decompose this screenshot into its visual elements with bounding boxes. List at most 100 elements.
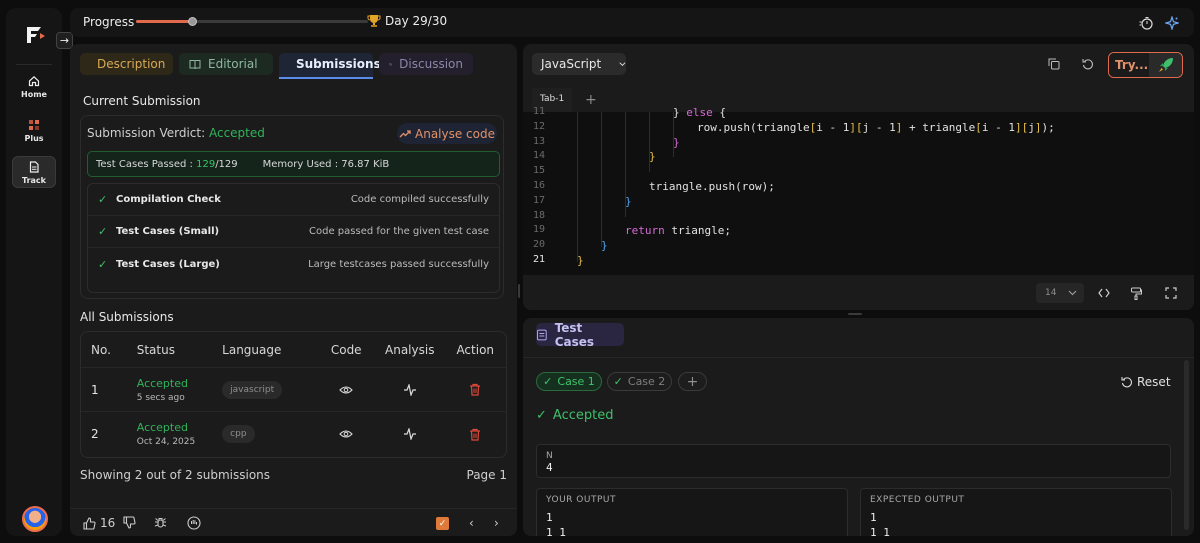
reset-label: Reset [1137,375,1171,389]
check-row: ✓ Test Cases (Large) Large testcases pas… [88,248,499,280]
check-message: Large testcases passed successfully [308,258,489,270]
rocket-icon [1149,53,1182,77]
expected-output-value: 1 1 1 [870,511,890,536]
submissions-count: Showing 2 out of 2 submissions [80,468,271,482]
memory-used: Memory Used : 76.87 KiB [262,158,390,170]
code-line: } [649,150,656,164]
add-case-button[interactable]: + [678,372,707,391]
font-size-select[interactable]: 14 [1036,283,1084,303]
code-line: } else { [673,106,726,119]
copy-icon[interactable] [1047,57,1061,71]
line-number: 13 [532,135,545,147]
input-field[interactable]: N 4 [536,444,1171,478]
line-number: 18 [532,209,545,221]
fullscreen-icon[interactable] [1164,286,1178,300]
table-row[interactable]: 2 Accepted Oct 24, 2025 cpp [81,412,506,456]
tab-submissions[interactable]: Submissions [279,53,381,79]
horizontal-resize-handle[interactable] [848,313,862,315]
progress-bar[interactable] [136,17,368,26]
rail-item-track[interactable]: Track [12,156,56,188]
code-line: } [673,135,680,149]
tab-discussion[interactable]: Discussion [379,53,473,75]
problem-panel: Description Editorial Submissions Discus… [70,44,517,536]
all-submissions-title: All Submissions [80,310,174,324]
row-status: Accepted 5 secs ago [127,377,212,403]
analyse-code-button[interactable]: Analyse code [397,123,497,144]
delete-submission-button[interactable] [444,428,506,441]
row-time: 5 secs ago [136,392,185,403]
submission-verdict: Submission Verdict: Accepted [87,126,265,140]
add-tab-icon[interactable]: + [585,92,597,108]
panel-footer: 16 ✓ ‹ › [70,508,517,536]
home-icon [27,74,41,88]
reset-button[interactable]: Reset [1121,375,1171,389]
case-1-tab[interactable]: ✓ Case 1 [536,372,602,391]
table-row[interactable]: 1 Accepted 5 secs ago javascript [81,368,506,412]
checks-list: ✓ Compilation Check Code compiled succes… [87,183,500,293]
reset-icon [1121,377,1132,388]
reset-code-icon[interactable] [1081,57,1095,71]
header-analysis: Analysis [385,342,435,357]
line-number: 11 [532,106,545,117]
editor-footer: 14 [523,275,1194,310]
app-logo-icon[interactable] [24,24,46,46]
prev-problem-button[interactable]: ‹ [469,516,474,530]
trash-icon [470,428,481,441]
chevron-down-icon [619,62,626,66]
report-bug-button[interactable] [154,516,167,529]
indent-guide [577,112,578,262]
code-brackets-icon[interactable] [1097,286,1111,300]
view-analysis-button[interactable] [375,428,444,440]
language-select[interactable]: JavaScript [532,53,626,75]
thumbs-up-icon [83,516,96,530]
bug-icon [154,518,167,528]
solved-checkbox[interactable]: ✓ [436,517,449,530]
tab-test-cases[interactable]: Test Cases [536,321,624,349]
view-analysis-button[interactable] [375,383,444,396]
table-header: No. Status Language Code Analysis Action [81,332,506,368]
vertical-resize-handle[interactable] [518,284,520,298]
check-name: Test Cases (Large) [116,258,220,270]
thumbs-down-icon [123,516,136,529]
code-line: return triangle; [625,224,731,238]
problem-tabs: Description Editorial Submissions Discus… [80,53,473,79]
check-message: Code passed for the given test case [309,226,489,237]
rail-item-plus[interactable]: Plus [12,114,56,146]
tab-editorial[interactable]: Editorial [179,53,273,75]
tab-editorial-label: Editorial [208,57,258,71]
your-output-label: YOUR OUTPUT [546,495,616,505]
view-code-button[interactable] [317,429,375,439]
check-row: ✓ Compilation Check Code compiled succes… [88,184,499,216]
tab-description[interactable]: Description [80,53,173,75]
try-submit-button[interactable]: Try... [1108,52,1183,78]
input-value: 4 [546,461,553,474]
code-line: triangle.push(row); [649,180,775,193]
rail-divider [16,64,52,65]
current-submission-title: Current Submission [83,94,201,108]
delete-submission-button[interactable] [444,383,506,396]
header-code: Code [330,342,362,357]
format-paint-icon[interactable] [1129,286,1143,300]
chevron-left-icon: ‹ [469,516,474,530]
case-2-tab[interactable]: ✓ Case 2 [607,372,672,391]
scrollbar[interactable] [1184,360,1189,530]
next-problem-button[interactable]: › [494,516,499,530]
activity-icon [403,428,416,440]
trend-up-icon [399,129,411,137]
view-code-button[interactable] [317,385,375,395]
user-avatar[interactable] [22,506,48,532]
list-icon [536,329,547,340]
code-line: } [577,254,584,267]
rail-item-home[interactable]: Home [12,70,56,102]
progress-knob[interactable] [187,17,197,26]
dislike-button[interactable] [123,516,136,529]
timer-icon[interactable] [1138,15,1153,30]
ai-sparkle-icon[interactable] [1164,15,1179,30]
header-language: Language [222,342,282,357]
code-area[interactable]: 11} else {12 row.push(triangle[i - 1][j -… [523,106,1194,275]
check-icon: ✓ [98,225,108,238]
tab-submissions-label: Submissions [296,56,381,71]
test-summary-bar: Test Cases Passed : 129/129 Memory Used … [87,151,500,177]
feedback-button[interactable] [187,516,201,530]
like-button[interactable]: 16 [83,516,115,530]
